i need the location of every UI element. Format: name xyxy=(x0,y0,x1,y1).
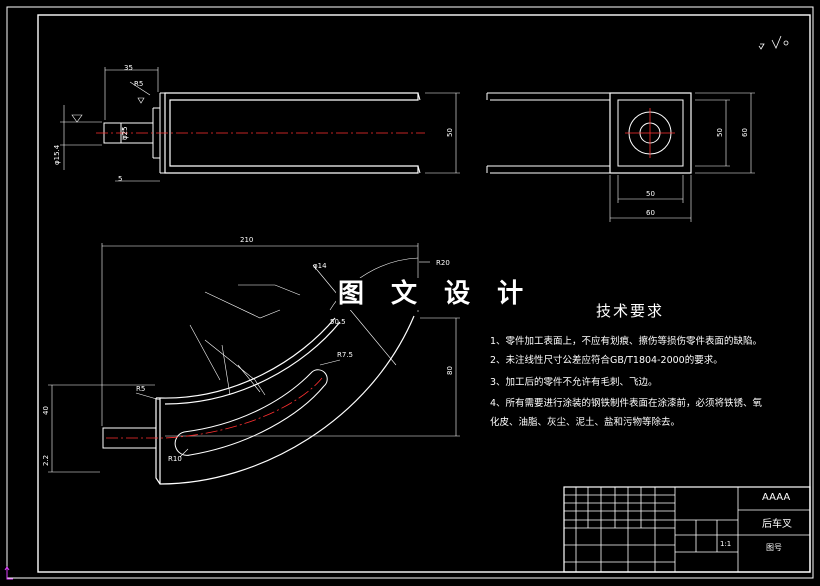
ucs-icon-svg xyxy=(4,566,13,580)
dim-phi-shaft: φ15.4 xyxy=(53,144,61,165)
tech-requirements-title: 技术要求 xyxy=(596,302,665,320)
side-view xyxy=(486,92,755,222)
dim-60-side-h: 60 xyxy=(741,128,749,137)
ucs-icon xyxy=(4,566,14,580)
dim-phi-main: φ14 xyxy=(313,262,327,270)
roughness-symbol xyxy=(758,35,789,50)
top-view xyxy=(60,67,460,182)
dim-22: 2.2 xyxy=(42,455,50,466)
dim-80: 80 xyxy=(446,366,454,375)
dim-35: 35 xyxy=(124,64,133,72)
tech-note-1: 1、零件加工表面上，不应有划痕、擦伤等损伤零件表面的缺陷。 xyxy=(490,336,763,347)
dim-50-top: 50 xyxy=(446,128,454,137)
dim-5-top: 5 xyxy=(118,175,122,183)
title-block-drawing-no-label: 图号 xyxy=(766,543,782,552)
dim-40: 40 xyxy=(42,406,50,415)
drawing-canvas: 35 R5 φ25 5 50 φ15.4 50 60 50 60 210 R20… xyxy=(0,0,820,586)
dim-r5-top: R5 xyxy=(134,80,143,88)
tech-note-3: 3、加工后的零件不允许有毛刺、飞边。 xyxy=(490,377,658,388)
dim-60-side-w: 60 xyxy=(646,209,655,217)
dim-505: 50.5 xyxy=(330,318,346,326)
watermark-text: 图 文 设 计 xyxy=(336,278,535,310)
title-block-scale: 1:1 xyxy=(720,540,732,548)
dim-50-side-h: 50 xyxy=(716,128,724,137)
tech-note-4: 4、所有需要进行涂装的钢铁制件表面在涂漆前，必须将铁锈、氧 xyxy=(490,398,763,409)
dim-210: 210 xyxy=(240,236,253,244)
dim-phi25: φ25 xyxy=(121,126,129,140)
dim-r20: R20 xyxy=(436,259,450,267)
dim-r10: R10 xyxy=(168,455,182,463)
dim-r75: R7.5 xyxy=(337,351,353,359)
dim-r5-main: R5 xyxy=(136,385,145,393)
dim-50-side-w: 50 xyxy=(646,190,655,198)
tech-note-5: 化皮、油脂、灰尘、泥土、盐和污物等除去。 xyxy=(490,417,681,428)
title-block-part-name: 后车叉 xyxy=(762,519,792,530)
tech-note-2: 2、未注线性尺寸公差应符合GB/T1804-2000的要求。 xyxy=(490,355,723,366)
title-block-company: AAAA xyxy=(762,492,791,503)
